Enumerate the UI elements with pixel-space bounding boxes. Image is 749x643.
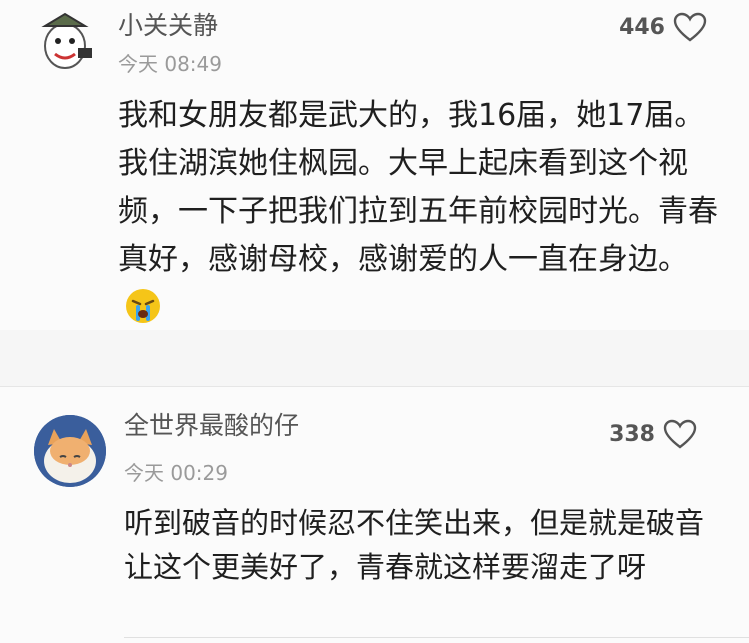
like-group[interactable]: 338 <box>609 419 697 449</box>
like-group[interactable]: 446 <box>619 12 707 42</box>
crying-face-icon <box>126 289 160 323</box>
comment-time: 今天 08:49 <box>118 52 222 76</box>
heart-icon[interactable] <box>673 12 707 42</box>
comment-text: 我和女朋友都是武大的，我16届，她17届。我住湖滨她住枫园。大早上起床看到这个视… <box>118 92 718 332</box>
heart-icon[interactable] <box>663 419 697 449</box>
comment-body: 我和女朋友都是武大的，我16届，她17届。我住湖滨她住枫园。大早上起床看到这个视… <box>118 98 718 277</box>
comment-item: 小关关静 今天 08:49 446 我和女朋友都是武大的，我16届，她17届。我… <box>0 0 749 330</box>
like-count: 446 <box>619 14 665 40</box>
like-count: 338 <box>609 421 655 447</box>
comment-item: 全世界最酸的仔 今天 00:29 338 听到破音的时候忍不住笑出来，但是就是破… <box>0 386 749 643</box>
user-avatar[interactable] <box>34 415 106 487</box>
comment-text: 听到破音的时候忍不住笑出来，但是就是破音让这个更美好了，青春就这样要溜走了呀 <box>124 506 705 584</box>
username[interactable]: 全世界最酸的仔 <box>124 406 299 442</box>
comment-time: 今天 00:29 <box>124 461 228 485</box>
user-avatar[interactable] <box>30 6 100 76</box>
divider <box>124 637 749 638</box>
username[interactable]: 小关关静 <box>118 6 218 42</box>
